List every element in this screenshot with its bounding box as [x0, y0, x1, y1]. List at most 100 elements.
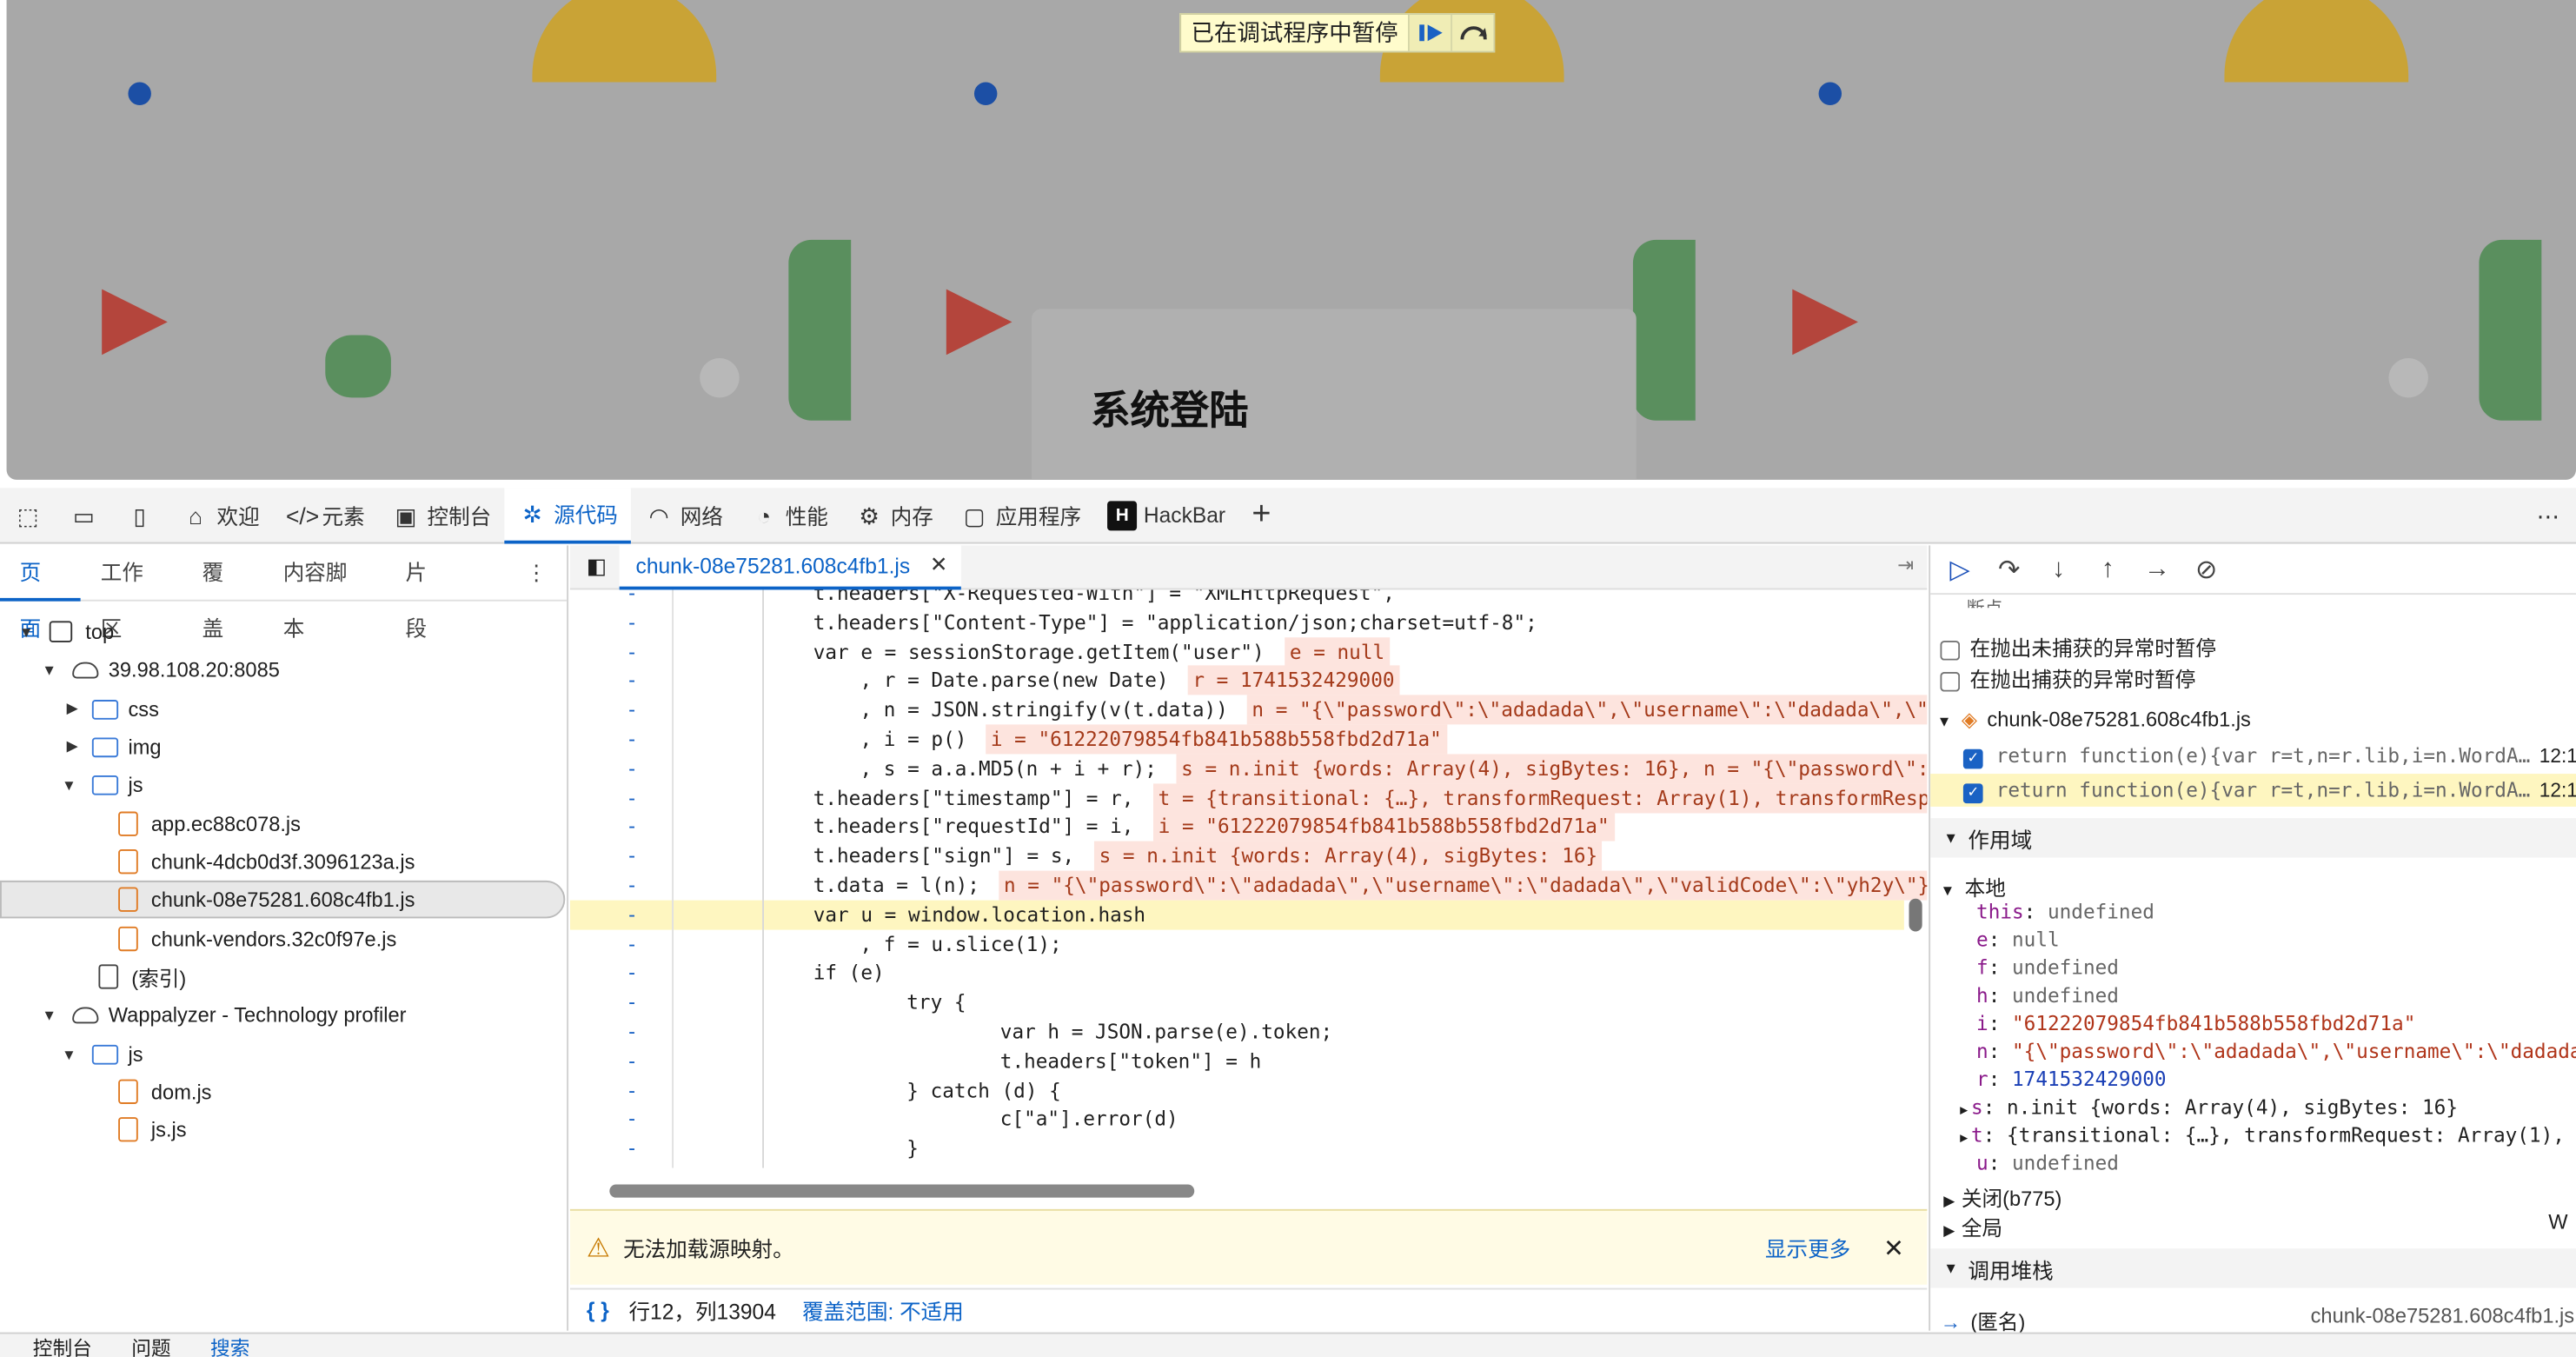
- tree-item-extension[interactable]: ▼ Wappalyzer - Technology profiler: [0, 995, 565, 1033]
- line-gutter[interactable]: -: [626, 724, 642, 754]
- navigator-menu-button[interactable]: ⋮: [506, 544, 567, 600]
- code-line[interactable]: - t.headers["token"] = h: [570, 1046, 1904, 1075]
- code-line[interactable]: - else: [570, 1163, 1904, 1168]
- scope-variable[interactable]: ▶ s: n.init {words: Array(4), sigBytes: 1…: [1960, 1095, 2561, 1118]
- code-line[interactable]: - t.headers["Content-Type"] = "applicatio…: [570, 608, 1904, 637]
- checked-icon[interactable]: ✓: [1962, 748, 1983, 769]
- code-line[interactable]: - , s = a.a.MD5(n + i + r); s = n.init {w…: [570, 754, 1928, 784]
- tree-item-js[interactable]: ▼ js: [0, 1035, 565, 1073]
- close-icon[interactable]: ✕: [1883, 1233, 1904, 1262]
- line-gutter[interactable]: -: [626, 1017, 642, 1047]
- code-line[interactable]: - }: [570, 1134, 1904, 1163]
- more-button[interactable]: ⋯: [2520, 487, 2576, 542]
- scope-variable[interactable]: n: "{\"password\":\"adadada\",\"username…: [1976, 1040, 2576, 1062]
- pause-caught-checkbox[interactable]: [1940, 671, 1961, 692]
- line-gutter[interactable]: -: [626, 1163, 642, 1168]
- tree-item-css[interactable]: ▶ css: [0, 690, 565, 728]
- line-gutter[interactable]: -: [626, 841, 642, 871]
- pause-caught-option[interactable]: 在抛出捕获的异常时暂停: [1940, 662, 2195, 694]
- scope-variable[interactable]: r: 1741532429000: [1976, 1068, 2576, 1090]
- toggle-debugger-icon[interactable]: ⇥: [1897, 554, 1914, 576]
- code-line[interactable]: - , f = u.slice(1);: [570, 929, 1904, 959]
- code-line[interactable]: - , r = Date.parse(new Date) r = 17415324…: [570, 666, 1904, 696]
- line-gutter[interactable]: -: [626, 958, 642, 988]
- code-line[interactable]: - } catch (d) {: [570, 1075, 1904, 1105]
- code-line[interactable]: - t.headers["X-Requested-With"] = "XMLHtt…: [570, 589, 1904, 608]
- code-line[interactable]: - t.data = l(n); n = "{\"password\":\"adad…: [570, 870, 1928, 901]
- tree-item-js[interactable]: ▼ js: [0, 766, 565, 803]
- tab-workspace[interactable]: 工作区: [81, 544, 183, 640]
- tab-content-scripts[interactable]: 内容脚本: [263, 544, 386, 640]
- line-gutter[interactable]: -: [626, 1046, 642, 1075]
- tab-overrides[interactable]: 覆盖: [183, 544, 263, 640]
- drawer-tab-console[interactable]: 控制台: [33, 1334, 92, 1357]
- breakpoint-item[interactable]: ✓ return function(e){var r=t,n=r.lib,i=n.…: [1930, 739, 2576, 772]
- line-gutter[interactable]: -: [626, 871, 642, 901]
- step-over-icon[interactable]: ↷: [1993, 553, 2026, 586]
- device-button[interactable]: ▭: [56, 487, 111, 542]
- scope-variable[interactable]: ▶ t: {transitional: {…}, transformRequest…: [1960, 1124, 2561, 1147]
- tab-network[interactable]: ◠ 网络: [631, 487, 736, 542]
- dock-button[interactable]: ▯: [112, 487, 168, 542]
- tab-snippets[interactable]: 片段: [386, 544, 467, 640]
- scope-variable[interactable]: this: undefined: [1976, 901, 2576, 923]
- code-line[interactable]: - , i = p() i = "61222079854fb841b588b558…: [570, 724, 1904, 755]
- pause-uncaught-checkbox[interactable]: [1940, 640, 1961, 661]
- tree-item-img[interactable]: ▶ img: [0, 728, 565, 765]
- breakpoints-header[interactable]: 断点: [1967, 595, 2003, 608]
- line-gutter[interactable]: -: [626, 666, 642, 695]
- step-out-icon[interactable]: ↑: [2091, 555, 2124, 584]
- code-line[interactable]: - , n = JSON.stringify(v(t.data)) n = "{\…: [570, 695, 1928, 725]
- scope-variable[interactable]: e: null: [1976, 928, 2576, 951]
- callstack-item[interactable]: → (匿名) chunk-08e75281.608c4fb1.js: [1940, 1305, 2574, 1336]
- toggle-navigator-icon[interactable]: ◧: [587, 554, 607, 580]
- step-into-icon[interactable]: ↓: [2042, 555, 2075, 584]
- code-line[interactable]: - c["a"].error(d): [570, 1105, 1904, 1134]
- line-gutter[interactable]: -: [626, 589, 642, 608]
- scope-variable[interactable]: h: undefined: [1976, 984, 2576, 1007]
- pretty-print-icon[interactable]: { }: [587, 1298, 609, 1322]
- closure-scope[interactable]: ▶ 关闭(b775): [1943, 1181, 2061, 1213]
- code-line[interactable]: - var e = sessionStorage.getItem("user") e…: [570, 636, 1904, 667]
- line-gutter[interactable]: -: [626, 1075, 642, 1105]
- tree-item-file[interactable]: chunk-vendors.32c0f97e.js: [0, 920, 565, 957]
- line-gutter[interactable]: -: [626, 929, 642, 959]
- tree-item-file[interactable]: app.ec88c078.js: [0, 805, 565, 842]
- tree-item-file[interactable]: js.js: [0, 1111, 565, 1148]
- line-gutter[interactable]: -: [626, 1105, 642, 1134]
- code-line[interactable]: - if (e): [570, 958, 1904, 988]
- scrollbar-thumb[interactable]: [609, 1184, 1195, 1198]
- vertical-scrollbar[interactable]: [1908, 600, 1924, 1161]
- local-scope-header[interactable]: ▼ 本地: [1940, 871, 2005, 902]
- line-gutter[interactable]: -: [626, 988, 642, 1017]
- tab-welcome[interactable]: ⌂ 欢迎: [168, 487, 273, 542]
- tree-item-index[interactable]: (索引): [0, 958, 565, 995]
- tab-page[interactable]: 页面: [0, 544, 82, 640]
- resume-button[interactable]: [1407, 15, 1451, 51]
- line-gutter[interactable]: -: [626, 812, 642, 841]
- tree-item-top[interactable]: ▼ top: [0, 613, 565, 650]
- deactivate-breakpoints-icon[interactable]: ⊘: [2190, 553, 2223, 586]
- tab-memory[interactable]: ⚙ 内存: [841, 487, 946, 542]
- line-gutter[interactable]: -: [626, 1134, 642, 1163]
- inspect-button[interactable]: ⬚: [0, 487, 56, 542]
- tab-hackbar[interactable]: H HackBar: [1094, 487, 1238, 542]
- tree-item-file[interactable]: dom.js: [0, 1073, 565, 1110]
- step-icon[interactable]: →: [2141, 555, 2174, 584]
- coverage-link[interactable]: 覆盖范围: 不适用: [802, 1294, 964, 1326]
- scope-variable[interactable]: f: undefined: [1976, 956, 2576, 979]
- code-line[interactable]: - var h = JSON.parse(e).token;: [570, 1017, 1904, 1047]
- code-line[interactable]: - try {: [570, 988, 1904, 1017]
- tab-console[interactable]: ▣ 控制台: [378, 487, 505, 542]
- scope-section-header[interactable]: ▼ 作用域: [1930, 818, 2576, 858]
- breakpoint-file[interactable]: ▼ ◈ chunk-08e75281.608c4fb1.js: [1937, 707, 2251, 731]
- scrollbar-thumb[interactable]: [1909, 898, 1922, 932]
- tab-performance[interactable]: ◔ 性能: [736, 487, 841, 542]
- close-icon[interactable]: ✕: [930, 552, 948, 578]
- line-gutter[interactable]: -: [626, 783, 642, 813]
- drawer-tab-issues[interactable]: 问题: [131, 1334, 170, 1357]
- code-view[interactable]: - t.headers["X-Requested-With"] = "XMLHtt…: [569, 589, 1928, 1168]
- resume-icon[interactable]: ▷: [1943, 553, 1976, 586]
- scope-variable[interactable]: i: "61222079854fb841b588b558fbd2d71a": [1976, 1012, 2576, 1034]
- code-line[interactable]: - t.headers["timestamp"] = r, t = {transit…: [570, 782, 1928, 813]
